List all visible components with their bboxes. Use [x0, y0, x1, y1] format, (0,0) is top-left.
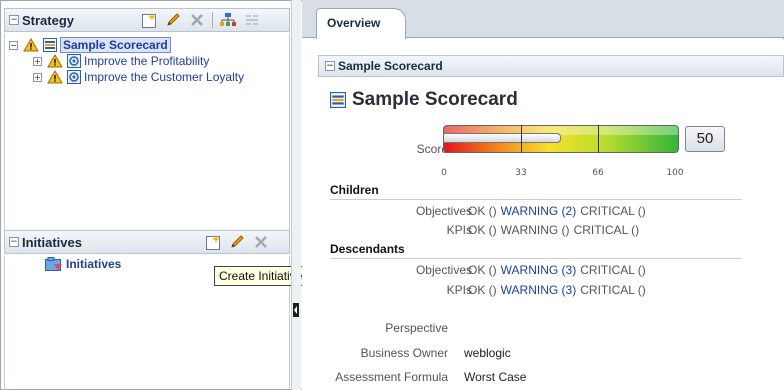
assessment-formula-value: Worst Case [464, 370, 527, 384]
page-title-text: Sample Scorecard [352, 89, 518, 110]
tree-label-improve-customer-loyalty: Improve the Customer Loyalty [84, 70, 245, 84]
status-ok-link[interactable]: OK () [468, 204, 497, 218]
left-panel: − Strategy − Sample Scorecard + Improve … [4, 8, 290, 390]
warning-icon [23, 38, 39, 52]
descendants-objectives-status: OK () WARNING (3) CRITICAL () [468, 263, 650, 277]
tree-node-improve-customer-loyalty[interactable]: + Improve the Customer Loyalty [33, 69, 244, 85]
overview-content: − Sample Scorecard Sample Scorecard Scor… [302, 39, 784, 390]
collapse-initiatives-icon[interactable]: − [9, 237, 19, 247]
children-kpis-label: KPIs [446, 223, 472, 237]
status-warning-link[interactable]: WARNING (3) [501, 283, 577, 297]
strategy-tree: − Sample Scorecard + Improve the Profita… [4, 33, 290, 233]
business-owner-label: Business Owner [360, 346, 448, 360]
cause-effect-map-icon[interactable] [243, 11, 261, 29]
status-critical-link[interactable]: CRITICAL () [580, 263, 646, 277]
gauge-tick-label: 66 [592, 168, 604, 178]
score-gauge-bar [444, 133, 561, 143]
assessment-formula-label: Assessment Formula [335, 370, 448, 384]
strategy-toolbar [140, 11, 261, 29]
score-gauge [443, 125, 679, 153]
edit-pencil-icon[interactable] [228, 233, 246, 251]
overview-section-title: Sample Scorecard [338, 59, 443, 73]
expand-node-icon[interactable]: + [33, 56, 42, 66]
create-initiative-icon[interactable] [204, 233, 222, 251]
tree-label-initiatives: Initiatives [66, 257, 122, 271]
children-objectives-label: Objectives [415, 204, 472, 218]
delete-icon[interactable] [252, 233, 270, 251]
perspective-label: Perspective [385, 321, 448, 335]
children-kpis-status: OK () WARNING () CRITICAL () [468, 223, 643, 237]
strategy-tree-icon[interactable] [219, 11, 237, 29]
tree-label-sample-scorecard: Sample Scorecard [60, 37, 171, 53]
initiatives-toolbar [204, 233, 270, 251]
gauge-tick [598, 125, 599, 153]
collapse-node-icon[interactable]: − [9, 40, 18, 50]
page-title: Sample Scorecard [330, 89, 518, 111]
edit-pencil-icon[interactable] [164, 11, 182, 29]
children-objectives-status: OK () WARNING (2) CRITICAL () [468, 204, 650, 218]
overview-section-header: − Sample Scorecard [318, 55, 784, 77]
descendants-heading: Descendants [330, 242, 405, 256]
collapse-section-icon[interactable]: − [325, 61, 335, 71]
children-heading: Children [330, 183, 379, 197]
warning-icon [47, 70, 63, 84]
descendants-kpis-status: OK () WARNING (3) CRITICAL () [468, 283, 650, 297]
score-label: Score [416, 142, 448, 156]
create-objective-icon[interactable] [140, 11, 158, 29]
status-critical-link[interactable]: CRITICAL () [580, 204, 646, 218]
business-owner-value: weblogic [464, 346, 511, 360]
tab-overview[interactable]: Overview [316, 8, 406, 39]
gauge-tick-label: 33 [515, 168, 527, 178]
tab-bar: Overview [302, 0, 784, 39]
collapse-strategy-icon[interactable]: − [9, 15, 19, 25]
objective-icon [67, 54, 81, 68]
status-warning-link[interactable]: WARNING (3) [501, 263, 577, 277]
status-warning-link[interactable]: WARNING () [501, 223, 570, 237]
descendants-objectives-label: Objectives [415, 263, 472, 277]
warning-icon [47, 54, 63, 68]
divider [330, 199, 742, 200]
scorecard-icon [330, 92, 346, 108]
strategy-title: Strategy [22, 12, 75, 28]
status-critical-link[interactable]: CRITICAL () [574, 223, 640, 237]
gauge-tick-label: 100 [666, 168, 684, 178]
scorecard-icon [43, 38, 57, 52]
status-ok-link[interactable]: OK () [468, 283, 497, 297]
gauge-tick-label: 0 [441, 168, 447, 178]
tree-label-improve-profitability: Improve the Profitability [84, 54, 210, 68]
delete-icon[interactable] [188, 11, 206, 29]
score-value: 50 [685, 126, 725, 152]
descendants-kpis-label: KPIs [446, 283, 472, 297]
divider [330, 258, 742, 259]
status-warning-link[interactable]: WARNING (2) [501, 204, 577, 218]
objective-icon [67, 70, 81, 84]
status-critical-link[interactable]: CRITICAL () [580, 283, 646, 297]
initiatives-title: Initiatives [22, 234, 82, 250]
expand-node-icon[interactable]: + [33, 72, 42, 82]
gauge-tick [521, 125, 522, 153]
panel-splitter[interactable] [291, 0, 301, 390]
toolbar-separator [212, 12, 213, 28]
status-ok-link[interactable]: OK () [468, 263, 497, 277]
collapse-panel-handle[interactable] [293, 303, 299, 317]
initiatives-icon [45, 256, 62, 271]
tree-node-improve-profitability[interactable]: + Improve the Profitability [33, 53, 209, 69]
tree-node-sample-scorecard[interactable]: − Sample Scorecard [9, 37, 171, 53]
status-ok-link[interactable]: OK () [468, 223, 497, 237]
tree-node-initiatives[interactable]: Initiatives [45, 256, 121, 272]
